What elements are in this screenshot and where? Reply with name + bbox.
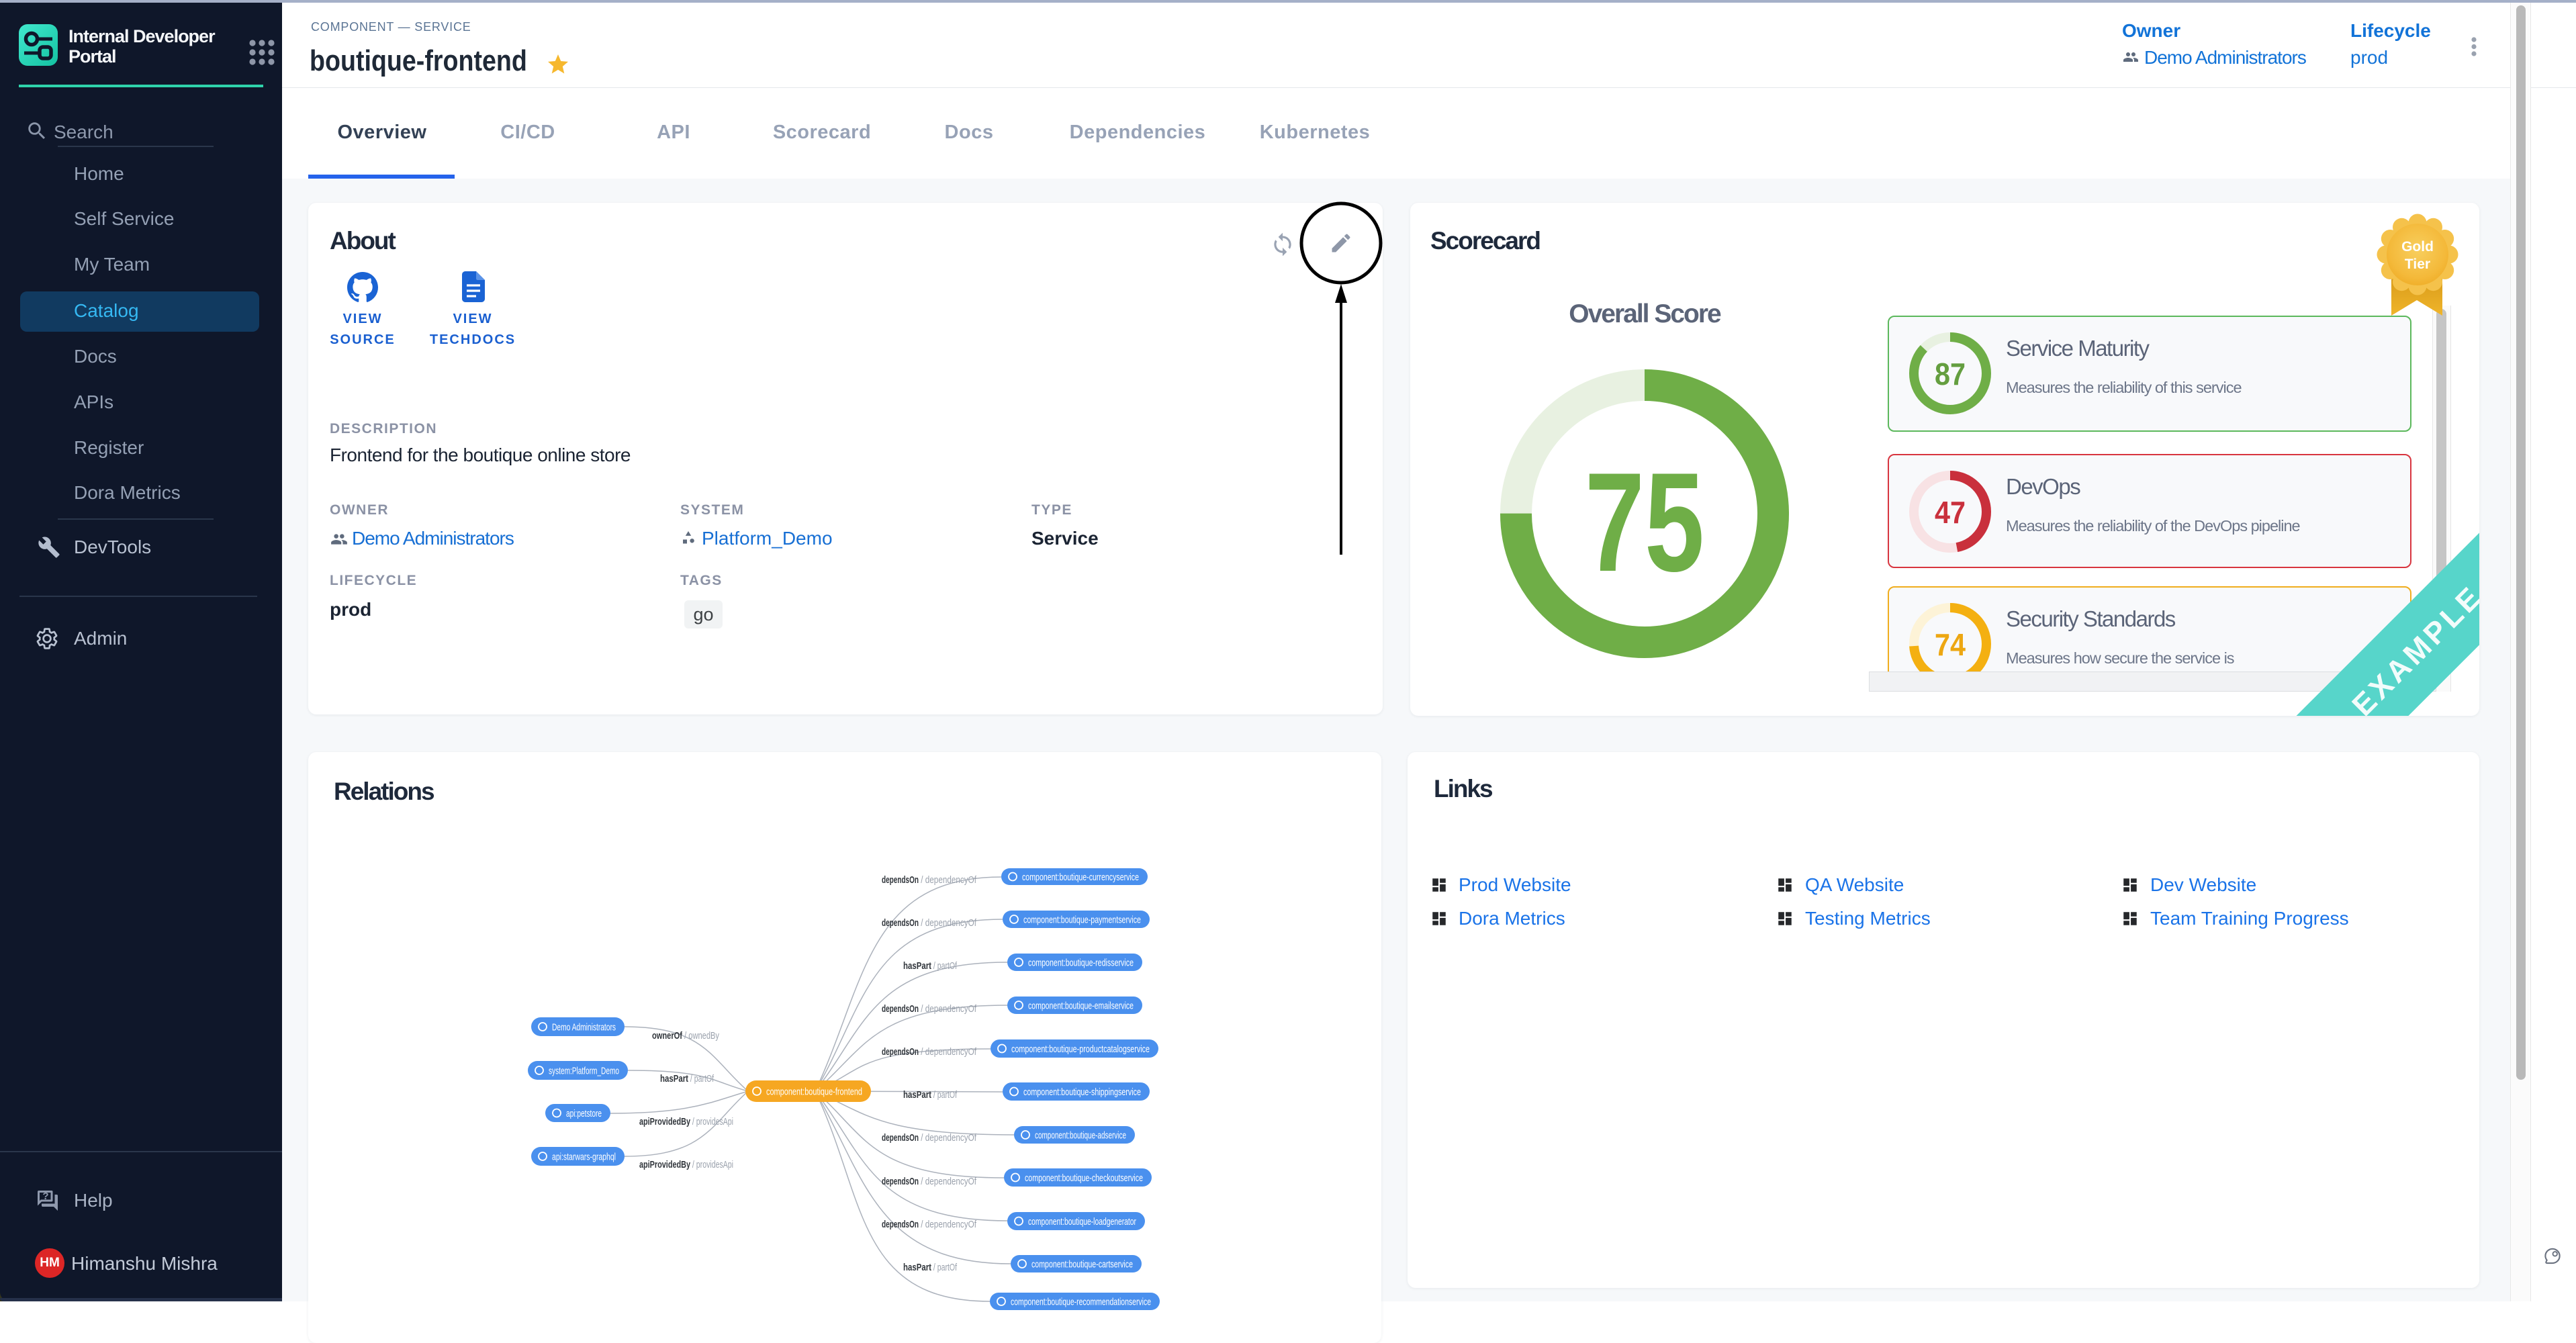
svg-text:Tier: Tier <box>2405 257 2430 272</box>
svg-text:dependsOn / dependencyOf: dependsOn / dependencyOf <box>882 1046 977 1058</box>
svg-text:dependsOn / dependencyOf: dependsOn / dependencyOf <box>882 1003 977 1015</box>
svg-text:apiProvidedBy / providesApi: apiProvidedBy / providesApi <box>639 1159 733 1170</box>
svg-text:component:boutique-checkoutser: component:boutique-checkoutservice <box>1025 1172 1143 1184</box>
svg-text:75: 75 <box>1585 443 1704 601</box>
svg-text:hasPart / partOf: hasPart / partOf <box>903 1262 958 1273</box>
svg-text:dependsOn / dependencyOf: dependsOn / dependencyOf <box>882 917 977 929</box>
svg-text:api:petstore: api:petstore <box>566 1108 602 1119</box>
svg-text:hasPart / partOf: hasPart / partOf <box>903 960 958 972</box>
svg-text:component:boutique-redisservic: component:boutique-redisservice <box>1028 958 1134 969</box>
svg-text:component:boutique-recommendat: component:boutique-recommendationservice <box>1011 1297 1151 1308</box>
svg-text:component:boutique-adservice: component:boutique-adservice <box>1035 1130 1126 1142</box>
svg-text:api:starwars-graphql: api:starwars-graphql <box>552 1152 616 1163</box>
svg-text:dependsOn / dependencyOf: dependsOn / dependencyOf <box>882 1132 977 1144</box>
svg-text:87: 87 <box>1935 357 1966 391</box>
svg-text:?: ? <box>42 1191 48 1202</box>
svg-text:component:boutique-loadgenerat: component:boutique-loadgenerator <box>1028 1216 1136 1228</box>
svg-text:Gold: Gold <box>2401 239 2434 254</box>
svg-text:component:boutique-currencyser: component:boutique-currencyservice <box>1022 872 1139 883</box>
svg-text:component:boutique-emailservic: component:boutique-emailservice <box>1028 1001 1134 1012</box>
svg-text:hasPart / partOf: hasPart / partOf <box>903 1089 958 1101</box>
svg-text:component:boutique-paymentserv: component:boutique-paymentservice <box>1023 915 1141 926</box>
svg-text:Demo Administrators: Demo Administrators <box>552 1022 616 1033</box>
svg-text:dependsOn / dependencyOf: dependsOn / dependencyOf <box>882 874 977 886</box>
svg-text:74: 74 <box>1935 627 1966 662</box>
svg-text:component:boutique-shippingser: component:boutique-shippingservice <box>1023 1086 1141 1098</box>
svg-text:system:Platform_Demo: system:Platform_Demo <box>549 1066 619 1077</box>
svg-text:dependsOn / dependencyOf: dependsOn / dependencyOf <box>882 1176 977 1187</box>
svg-text:component:boutique-productcata: component:boutique-productcatalogservice <box>1011 1044 1150 1055</box>
svg-text:component:boutique-frontend: component:boutique-frontend <box>766 1086 862 1098</box>
svg-text:dependsOn / dependencyOf: dependsOn / dependencyOf <box>882 1219 977 1230</box>
svg-text:component:boutique-cartservice: component:boutique-cartservice <box>1031 1259 1133 1270</box>
svg-text:47: 47 <box>1935 495 1966 530</box>
svg-text:apiProvidedBy / providesApi: apiProvidedBy / providesApi <box>639 1116 733 1127</box>
svg-text:hasPart / partOf: hasPart / partOf <box>660 1073 715 1084</box>
svg-text:ownerOf / ownedBy: ownerOf / ownedBy <box>652 1030 719 1041</box>
